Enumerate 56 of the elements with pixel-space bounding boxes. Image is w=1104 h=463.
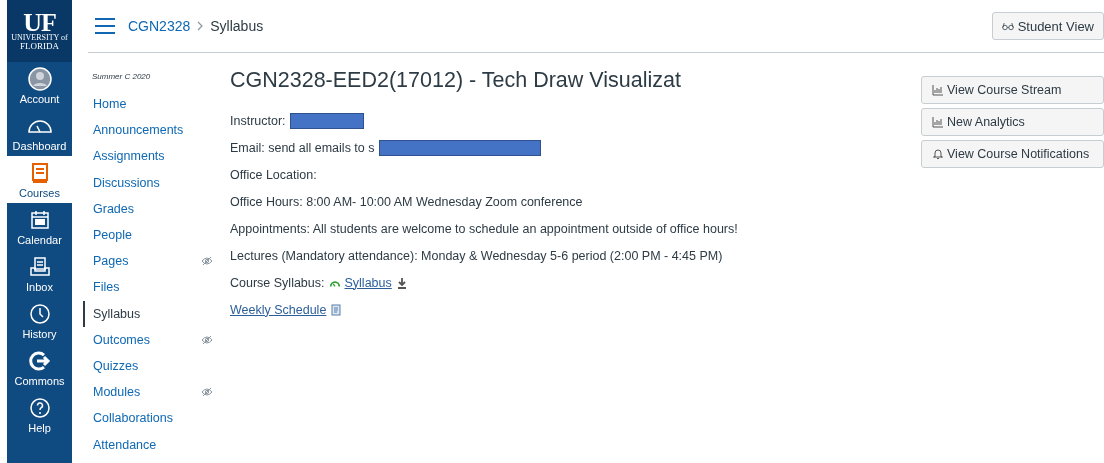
logo-text: UNIVERSITY of: [11, 33, 68, 42]
speedometer-icon: [27, 118, 52, 133]
info-line: Office Hours: 8:00 AM- 10:00 AM Wednesday Zoom conference: [230, 193, 584, 211]
course-nav-item[interactable]: Announcements: [83, 117, 213, 144]
download-icon: [395, 276, 408, 289]
breadcrumb-text: Syllabus: [210, 18, 264, 34]
chart-icon: [932, 84, 944, 96]
course-nav-item[interactable]: People: [83, 221, 213, 249]
nav-item[interactable]: Dashboard: [7, 109, 72, 156]
course-nav-item[interactable]: Grades: [83, 195, 213, 222]
avatar-icon: [27, 66, 52, 91]
menu-icon: [95, 18, 115, 34]
course-nav-item[interactable]: Outcomes: [83, 326, 213, 353]
course-nav-item[interactable]: Attendance: [83, 431, 213, 458]
sidebar-button[interactable]: View Course Stream: [921, 76, 1104, 104]
logo-text: FLORIDA: [20, 41, 59, 51]
inbox-icon: [27, 254, 52, 279]
course-nav-item[interactable]: Files: [83, 274, 213, 301]
course-nav-item[interactable]: Pages: [83, 248, 213, 275]
bell-icon: [932, 148, 944, 160]
sidebar-button[interactable]: View Course Notifications: [921, 140, 1104, 168]
nav-item[interactable]: Commons: [7, 344, 72, 391]
document-icon: [330, 303, 343, 316]
course-nav-item[interactable]: Home: [83, 91, 213, 118]
nav-item[interactable]: Help: [7, 391, 72, 438]
chevron-icon: [196, 21, 205, 31]
info-line: Lectures (Mandatory attendance): Monday & Wednesday 5-6 period (2:00 PM - 4:45 PM): [230, 247, 724, 265]
course-nav-item[interactable]: Quizzes: [83, 352, 213, 380]
course-nav-item[interactable]: Modules: [83, 379, 213, 406]
nav-item[interactable]: History: [7, 297, 72, 344]
course-nav-item[interactable]: Assignments: [83, 143, 213, 170]
schedule-link[interactable]: Weekly Schedule: [230, 302, 327, 317]
student-view-button[interactable]: Student View: [991, 12, 1104, 40]
info-text: Email: send all emails to s: [230, 140, 375, 155]
course-nav-item[interactable]: Discussions: [83, 169, 213, 196]
course-nav-item[interactable]: Collaborations: [83, 405, 213, 432]
nav-item[interactable]: Courses: [7, 156, 72, 203]
nav-item[interactable]: Account: [7, 62, 72, 109]
sidebar-button[interactable]: New Analytics: [921, 108, 1104, 136]
term-label: Summer C 2020: [92, 72, 151, 81]
nav-item[interactable]: Calendar: [7, 203, 72, 250]
nav-item[interactable]: Inbox: [7, 250, 72, 297]
course-nav-item[interactable]: Syllabus: [83, 300, 213, 327]
info-line: Appointments: All students are welcome to schedule an appointment outside of office hours!: [230, 220, 739, 238]
help-icon: [27, 395, 52, 420]
info-text: Course Syllabus:: [230, 275, 325, 290]
page-title: CGN2328-EED2(17012) - Tech Draw Visualizat: [230, 68, 682, 93]
breadcrumb-link[interactable]: CGN2328: [128, 18, 191, 34]
chart-icon: [932, 116, 944, 128]
info-text: Instructor:: [230, 113, 286, 128]
clock-icon: [27, 301, 52, 326]
arrow-icon: [27, 348, 52, 373]
glasses-icon: [1001, 20, 1014, 32]
syllabus-link[interactable]: Syllabus: [344, 275, 392, 290]
info-line: Office Location:: [230, 166, 318, 184]
logo-text: UF: [23, 11, 56, 34]
